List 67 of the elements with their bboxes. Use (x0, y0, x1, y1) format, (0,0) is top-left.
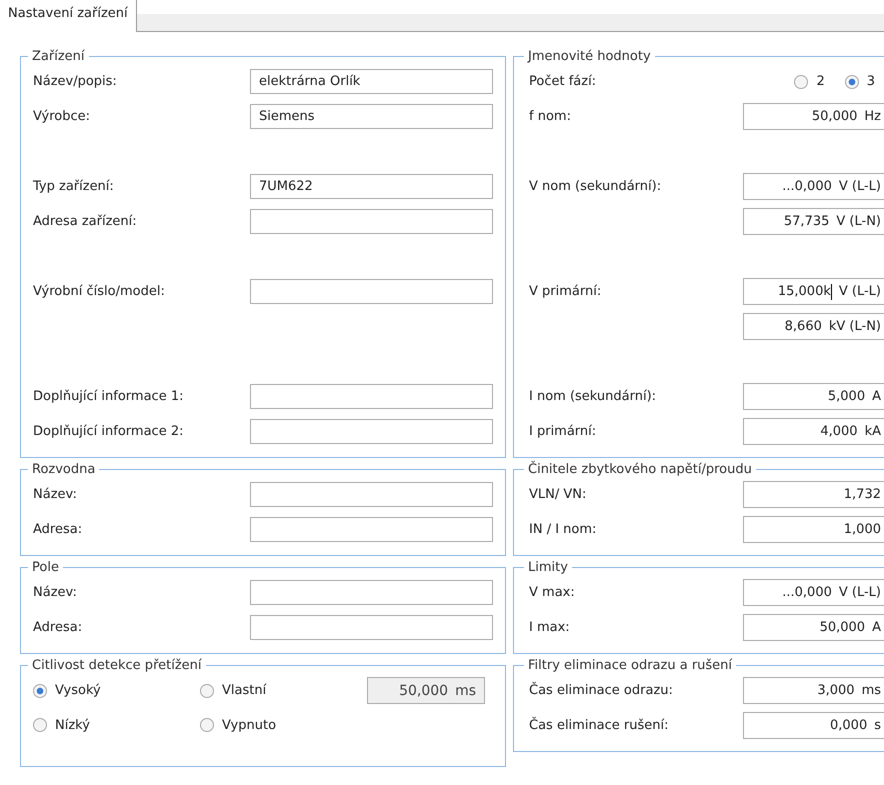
input-field[interactable]: 0,000 s (743, 712, 884, 739)
input-field[interactable]: 57,735 V (L-N) (743, 208, 884, 235)
radio-button[interactable] (794, 74, 808, 88)
input-field[interactable]: 15,000k V (L-L) (743, 278, 884, 305)
field-label: Čas eliminace rušení: (529, 718, 670, 733)
field-label: V primární: (529, 284, 602, 299)
radio-label: Vlastní (222, 683, 266, 698)
field-label: Čas eliminace odrazu: (529, 683, 674, 698)
field-label: Typ zařízení: (33, 179, 115, 194)
input-field[interactable] (250, 482, 493, 507)
field-label: IN / I nom: (529, 522, 598, 537)
input-field[interactable]: 1,000 (743, 516, 884, 543)
group-title: Zařízení (31, 49, 86, 64)
input-field[interactable]: 3,000 ms (743, 677, 884, 704)
field-label: I nom (sekundární): (529, 389, 658, 404)
input-field[interactable]: 50,000 Hz (743, 103, 884, 130)
input-field[interactable] (250, 517, 493, 542)
input-field[interactable]: 5,000 A (743, 383, 884, 410)
field-label: Název: (33, 487, 78, 502)
input-field[interactable]: 4,000 kA (743, 418, 884, 445)
field-label: f nom: (529, 109, 572, 124)
field-label: I max: (529, 620, 571, 635)
field-label: V max: (529, 585, 576, 600)
field-label: Adresa zařízení: (33, 214, 138, 229)
radio-button[interactable] (33, 684, 47, 698)
input-field[interactable] (250, 419, 493, 444)
radio-button[interactable] (200, 718, 214, 732)
input-field[interactable]: ...0,000 V (L-L) (743, 173, 884, 200)
group-title: Filtry eliminace odrazu a rušení (527, 658, 734, 673)
field-label: Adresa: (33, 620, 84, 635)
field-label: V nom (sekundární): (529, 179, 662, 194)
input-field[interactable] (250, 615, 493, 640)
radio-label: Vysoký (55, 683, 101, 698)
input-field[interactable]: ...0,000 V (L-L) (743, 579, 884, 606)
input-field[interactable] (250, 209, 493, 234)
field-label: Doplňující informace 1: (33, 389, 184, 404)
field-label: VLN/ VN: (529, 487, 588, 502)
radio-label: 3 (866, 74, 875, 89)
group-title: Pole (31, 560, 60, 575)
field-label: Počet fází: (529, 74, 598, 89)
group-title: Rozvodna (31, 462, 96, 477)
radio-button[interactable] (200, 684, 214, 698)
radio-label: Vypnuto (222, 718, 276, 732)
field-label: Doplňující informace 2: (33, 424, 184, 439)
radio-button[interactable] (844, 74, 859, 88)
radio-label: 2 (816, 74, 825, 89)
field-label: I primární: (529, 424, 598, 439)
input-field[interactable] (250, 384, 493, 409)
group-title: Jmenovité hodnoty (526, 49, 652, 64)
group-title: Činitele zbytkového napětí/proudu (527, 462, 753, 477)
input-field[interactable]: Siemens (250, 104, 493, 129)
input-field[interactable] (250, 580, 493, 605)
group-title: Citlivost detekce přetížení (31, 658, 203, 673)
input-field[interactable]: 7UM622 (250, 174, 493, 199)
field-label: Název/popis: (33, 74, 118, 89)
input-field[interactable] (250, 279, 493, 304)
field-label: Adresa: (33, 522, 84, 537)
field-label: Výrobce: (33, 109, 92, 124)
field-label: Název: (33, 585, 78, 600)
input-field[interactable]: 1,732 (743, 481, 884, 508)
field-label: Výrobní číslo/model: (33, 284, 166, 299)
radio-label: Nízký (55, 718, 90, 732)
group-title: Limity (527, 560, 569, 575)
input-field[interactable]: 8,660 kV (L-N) (743, 313, 884, 340)
input-field[interactable]: elektrárna Orlík (250, 69, 493, 94)
radio-button[interactable] (33, 718, 47, 732)
input-field[interactable]: 50,000 A (743, 614, 884, 641)
